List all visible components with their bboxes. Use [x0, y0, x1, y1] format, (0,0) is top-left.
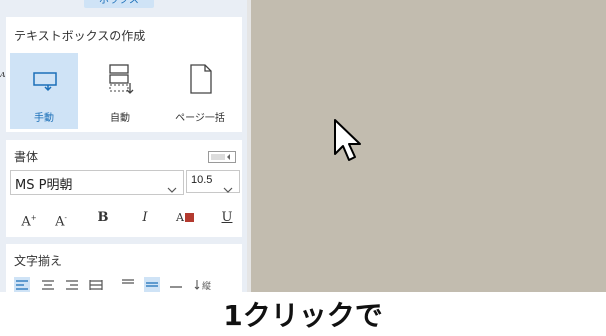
- caption-text: 1クリックで: [223, 299, 383, 332]
- align-justify-icon[interactable]: [88, 277, 104, 292]
- underline-button[interactable]: U: [214, 206, 240, 230]
- panel-divider[interactable]: [247, 0, 251, 292]
- align-center-icon[interactable]: [40, 277, 56, 292]
- button-label: ページ一括: [175, 113, 225, 124]
- svg-text:縦: 縦: [202, 280, 211, 292]
- align-bottom-icon[interactable]: [168, 277, 184, 292]
- left-panel: ボックス ᴬ テキストボックスの作成 手動 自動 ページ一括 書体 MS P明朝…: [0, 0, 247, 292]
- grow-font-icon: A: [21, 214, 31, 230]
- font-section: 書体 MS P明朝 10.5 A+ A- B I A U: [6, 140, 242, 237]
- align-left-icon[interactable]: [14, 277, 30, 292]
- section-title: テキストボックスの作成: [14, 29, 146, 43]
- italic-button[interactable]: I: [132, 206, 158, 230]
- underline-icon: U: [221, 210, 233, 225]
- page-batch-icon: [166, 59, 234, 99]
- manual-textbox-button[interactable]: 手動: [10, 53, 78, 129]
- document-canvas[interactable]: [247, 0, 606, 292]
- textbox-manual-icon: [10, 59, 78, 99]
- font-size-value: 10.5: [191, 174, 213, 186]
- font-color-swatch: [184, 213, 194, 222]
- shrink-font-button[interactable]: A-: [48, 206, 74, 230]
- align-right-icon[interactable]: [64, 277, 80, 292]
- align-buttons: 縦: [14, 277, 242, 292]
- tab-textbox[interactable]: ボックス: [84, 0, 154, 8]
- align-middle-icon[interactable]: [144, 277, 160, 292]
- font-size-select[interactable]: 10.5: [186, 170, 240, 193]
- section-title: 文字揃え: [14, 254, 63, 268]
- button-label: 手動: [34, 113, 54, 124]
- font-color-icon: A: [176, 211, 184, 224]
- shrink-font-icon: A: [55, 214, 65, 230]
- section-title: 書体: [14, 150, 39, 164]
- font-color-button[interactable]: A: [172, 206, 198, 230]
- align-top-icon[interactable]: [120, 277, 136, 292]
- page-batch-button[interactable]: ページ一括: [166, 53, 234, 129]
- textbox-auto-icon: [86, 59, 154, 99]
- chevron-down-icon: [167, 178, 177, 197]
- vertical-text-icon[interactable]: 縦: [194, 277, 234, 292]
- font-name-value: MS P明朝: [15, 178, 73, 193]
- textbox-marker-icon: ᴬ: [0, 70, 6, 84]
- textbox-create-section: テキストボックスの作成 手動 自動 ページ一括: [6, 17, 242, 132]
- italic-icon: I: [142, 210, 148, 225]
- format-buttons: A+ A- B I A U: [16, 206, 242, 230]
- auto-textbox-button[interactable]: 自動: [86, 53, 154, 129]
- bold-button[interactable]: B: [90, 206, 116, 230]
- text-align-section: 文字揃え 縦: [6, 244, 242, 292]
- caption-bar: 1クリックで: [0, 292, 606, 336]
- chevron-down-icon: [223, 178, 233, 197]
- font-dialog-launcher-icon[interactable]: [208, 148, 236, 163]
- bold-icon: B: [97, 210, 109, 225]
- app-frame: ボックス ᴬ テキストボックスの作成 手動 自動 ページ一括 書体 MS P明朝…: [0, 0, 606, 336]
- grow-font-button[interactable]: A+: [16, 206, 42, 230]
- font-name-select[interactable]: MS P明朝: [10, 170, 184, 195]
- mouse-pointer-icon: [333, 118, 363, 170]
- button-label: 自動: [110, 113, 130, 124]
